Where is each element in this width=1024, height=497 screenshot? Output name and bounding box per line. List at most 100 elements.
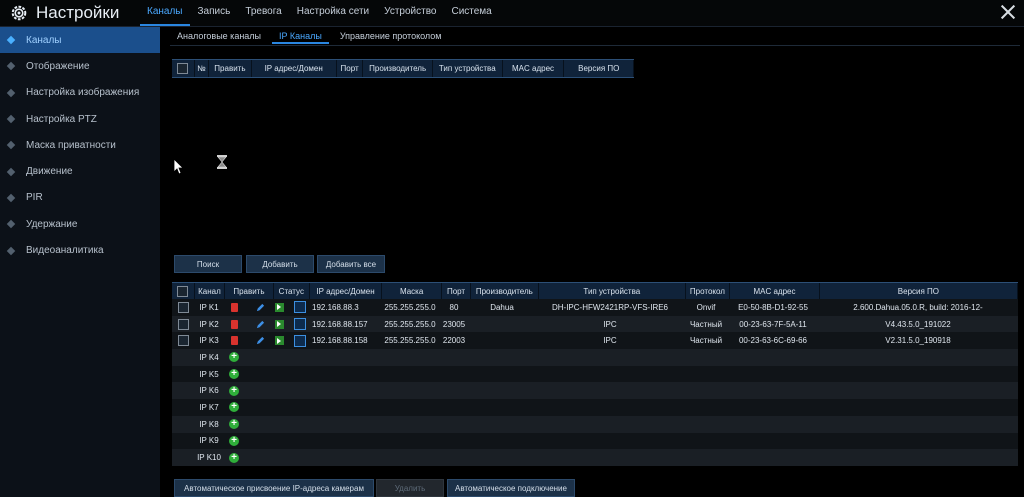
edit-settings-icon[interactable] xyxy=(293,301,306,314)
table-row[interactable]: IP K10 + xyxy=(172,449,1018,466)
protocol: Onvif xyxy=(696,302,716,312)
sidebar-item-image-settings[interactable]: Настройка изображения xyxy=(0,80,160,106)
add-channel-icon[interactable]: + xyxy=(229,402,239,413)
add-cell: + xyxy=(224,382,272,399)
row-checkbox[interactable] xyxy=(177,301,189,313)
add-channel-icon[interactable]: + xyxy=(229,419,239,430)
select-all-channels-checkbox[interactable] xyxy=(177,285,189,297)
table-row[interactable]: IP K8 + xyxy=(172,415,1018,433)
col-ip: IP адрес/Домен xyxy=(252,60,337,77)
menu-record[interactable]: Запись xyxy=(191,0,238,26)
pencil-icon[interactable] xyxy=(256,336,265,345)
sidebar-item-display[interactable]: Отображение xyxy=(0,53,160,79)
channel-table-header: Канал Править Статус IP адрес/Домен Маск… xyxy=(172,282,1018,300)
col-channel: Канал xyxy=(195,283,226,299)
delete-icon[interactable] xyxy=(231,336,238,346)
table-row[interactable]: IP K4 + xyxy=(172,349,1018,366)
col-mask: Маска xyxy=(382,283,443,299)
edit-settings-icon[interactable] xyxy=(293,334,306,347)
sidebar-item-ptz[interactable]: Настройка PTZ xyxy=(0,106,160,132)
sub-tabs: Аналоговые каналы IP Каналы Управление п… xyxy=(170,28,452,44)
vendor xyxy=(468,332,536,349)
col-edit: Править xyxy=(209,60,252,77)
menu-system[interactable]: Система xyxy=(444,0,498,26)
subnet-mask: 255.255.255.0 xyxy=(384,336,436,346)
table-row[interactable]: IP K9 + xyxy=(172,432,1018,450)
table-row[interactable]: IP K3 192.168.88.158 255.255.255.0 22003… xyxy=(172,332,1018,350)
add-button[interactable]: Добавить xyxy=(246,255,314,273)
status-cell xyxy=(272,316,308,333)
search-button[interactable]: Поиск xyxy=(174,255,242,273)
subnet-mask: 255.255.255.0 xyxy=(384,302,436,312)
menu-device[interactable]: Устройство xyxy=(377,0,443,26)
channel-name: IP K4 xyxy=(199,352,219,362)
col-device-type: Тип устройства xyxy=(433,60,503,77)
diamond-icon xyxy=(6,88,16,97)
sidebar-item-motion[interactable]: Движение xyxy=(0,158,160,184)
gear-icon xyxy=(11,5,27,21)
pencil-icon[interactable] xyxy=(256,320,265,329)
channel-name: IP K9 xyxy=(199,436,219,446)
col-port: Порт xyxy=(442,283,471,299)
port: 23005 xyxy=(442,319,466,329)
table-row[interactable]: IP K7 + xyxy=(172,399,1018,416)
channel-name: IP K7 xyxy=(199,402,219,412)
table-row[interactable]: IP K6 + xyxy=(172,382,1018,400)
diamond-icon xyxy=(6,219,16,229)
sidebar-item-privacy-mask[interactable]: Маска приватности xyxy=(0,132,160,158)
menu-channels[interactable]: Каналы xyxy=(140,0,190,26)
diamond-icon xyxy=(6,193,16,203)
close-icon[interactable] xyxy=(1000,4,1016,20)
table-row[interactable]: IP K5 + xyxy=(172,365,1018,383)
play-icon[interactable] xyxy=(274,336,284,346)
play-icon[interactable] xyxy=(274,319,284,329)
delete-button[interactable]: Удалить xyxy=(376,479,444,497)
channel-name: IP K10 xyxy=(197,453,221,463)
sidebar-item-hold[interactable]: Удержание xyxy=(0,211,160,237)
row-checkbox[interactable] xyxy=(177,335,189,347)
firmware-version: V4.43.5.0_191022 xyxy=(885,319,951,329)
sidebar: Каналы Отображение Настройка изображения… xyxy=(0,27,160,497)
mac-address: 00-23-63-7F-5A-11 xyxy=(739,319,807,329)
add-cell: + xyxy=(224,366,272,383)
row-checkbox[interactable] xyxy=(177,318,189,330)
main-menu: Каналы Запись Тревога Настройка сети Уст… xyxy=(140,0,500,26)
menu-network[interactable]: Настройка сети xyxy=(290,0,376,26)
sidebar-item-pir[interactable]: PIR xyxy=(0,185,160,211)
app-title: Настройки xyxy=(36,3,120,22)
diamond-icon xyxy=(6,62,16,71)
add-channel-icon[interactable]: + xyxy=(229,385,239,396)
add-channel-icon[interactable]: + xyxy=(229,435,239,446)
table-row[interactable]: IP K2 192.168.88.157 255.255.255.0 23005… xyxy=(172,315,1018,333)
edit-cell xyxy=(224,332,272,349)
channel-name: IP K5 xyxy=(199,369,219,379)
play-icon[interactable] xyxy=(274,302,284,312)
add-channel-icon[interactable]: + xyxy=(229,352,239,363)
add-channel-icon[interactable]: + xyxy=(229,452,239,463)
tab-protocol-management[interactable]: Управление протоколом xyxy=(333,28,449,44)
edit-settings-icon[interactable] xyxy=(293,318,306,331)
col-firmware: Версия ПО xyxy=(564,60,635,77)
channel-name: IP K6 xyxy=(199,386,219,396)
col-status: Статус xyxy=(274,283,311,299)
pencil-icon[interactable] xyxy=(256,303,265,312)
tab-ip-channels[interactable]: IP Каналы xyxy=(272,28,329,44)
add-all-button[interactable]: Добавить все xyxy=(317,255,385,273)
sidebar-item-video-analytics[interactable]: Видеоаналитика xyxy=(0,237,160,263)
subnet-mask: 255.255.255.0 xyxy=(384,319,436,329)
hourglass-icon xyxy=(217,155,227,169)
add-channel-icon[interactable]: + xyxy=(229,369,239,380)
status-cell xyxy=(272,299,308,316)
delete-icon[interactable] xyxy=(231,302,238,312)
sidebar-item-channels[interactable]: Каналы xyxy=(0,27,160,54)
auto-assign-ip-button[interactable]: Автоматическое присвоение IP-адреса каме… xyxy=(174,479,374,497)
auto-connect-button[interactable]: Автоматическое подключение xyxy=(447,479,575,497)
delete-icon[interactable] xyxy=(231,319,238,329)
col-protocol: Протокол xyxy=(686,283,731,299)
tab-analog-channels[interactable]: Аналоговые каналы xyxy=(170,28,268,44)
menu-alarm[interactable]: Тревога xyxy=(238,0,288,26)
select-all-checkbox[interactable] xyxy=(177,63,189,74)
table-row[interactable]: IP K1 192.168.88.3 255.255.255.0 80 Dahu… xyxy=(172,299,1018,316)
row-checkbox-cell xyxy=(172,316,194,333)
select-all-channels-cell xyxy=(172,283,195,299)
